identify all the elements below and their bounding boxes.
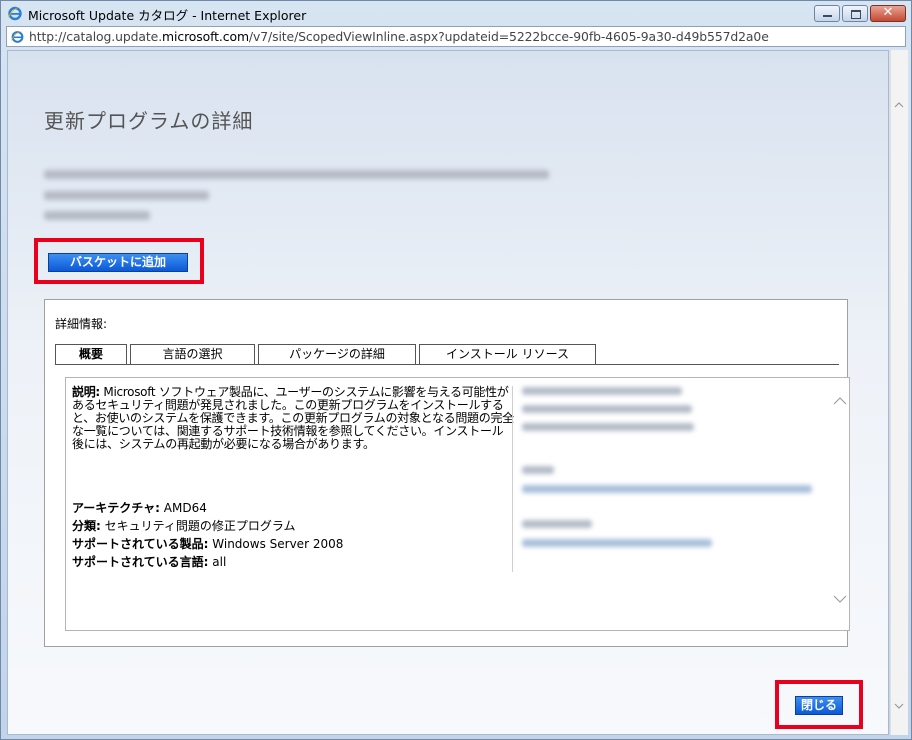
details-label: 詳細情報: bbox=[55, 317, 108, 331]
chevron-up-icon[interactable] bbox=[833, 396, 847, 406]
chevron-down-icon[interactable] bbox=[894, 701, 904, 711]
blurred-more-info-label bbox=[522, 466, 554, 474]
detail-tabs: 概要 言語の選択 パッケージの詳細 インストール リソース bbox=[55, 344, 596, 365]
address-bar[interactable]: http://catalog.update.microsoft.com/v7/s… bbox=[6, 26, 906, 47]
url-suffix: /v7/site/ScopedViewInline.aspx?updateid=… bbox=[248, 29, 769, 44]
supported-languages-row: サポートされている言語: all bbox=[72, 553, 226, 570]
page-scrollbar[interactable] bbox=[890, 50, 908, 735]
classification-row: 分類: セキュリティ問題の修正プログラム bbox=[72, 517, 296, 534]
chevron-up-icon[interactable] bbox=[894, 100, 904, 110]
details-box: 詳細情報: 概要 言語の選択 パッケージの詳細 インストール リソース 説明: … bbox=[44, 299, 850, 647]
architecture-value: AMD64 bbox=[159, 501, 207, 515]
blurred-kb-number bbox=[522, 423, 694, 431]
add-to-basket-button[interactable]: バスケットに追加 bbox=[48, 253, 188, 272]
description-value: Microsoft ソフトウェア製品に、ユーザーのシステムに影響を与える可能性が… bbox=[72, 385, 514, 451]
tab-install-resources[interactable]: インストール リソース bbox=[419, 344, 596, 365]
window-title: Microsoft Update カタログ - Internet Explore… bbox=[28, 8, 307, 23]
description-text: 説明: Microsoft ソフトウェア製品に、ユーザーのシステムに影響を与える… bbox=[72, 386, 514, 451]
page-title: 更新プログラムの詳細 bbox=[44, 109, 254, 133]
blurred-support-link[interactable] bbox=[522, 539, 712, 547]
close-highlight: 閉じる bbox=[775, 680, 863, 729]
url-prefix: http://catalog.update. bbox=[29, 29, 163, 44]
column-divider bbox=[512, 386, 513, 572]
chevron-down-icon[interactable] bbox=[833, 594, 847, 604]
blurred-severity bbox=[522, 387, 682, 395]
blurred-update-size bbox=[44, 211, 150, 220]
basket-highlight: バスケットに追加 bbox=[34, 238, 204, 284]
maximize-button[interactable] bbox=[842, 5, 868, 22]
minimize-button[interactable] bbox=[814, 5, 840, 22]
blurred-rating bbox=[522, 405, 692, 413]
supported-products-row: サポートされている製品: Windows Server 2008 bbox=[72, 535, 343, 552]
description-label: 説明: bbox=[72, 385, 100, 399]
close-window-button[interactable]: ✕ bbox=[870, 5, 906, 22]
supported-products-value: Windows Server 2008 bbox=[208, 537, 344, 551]
title-bar[interactable]: Microsoft Update カタログ - Internet Explore… bbox=[1, 1, 911, 25]
blurred-update-title bbox=[44, 170, 549, 179]
blurred-update-date bbox=[44, 191, 209, 200]
address-url: http://catalog.update.microsoft.com/v7/s… bbox=[29, 29, 769, 44]
architecture-label: アーキテクチャ: bbox=[72, 501, 160, 515]
internet-explorer-icon bbox=[8, 6, 22, 21]
caption-buttons: ✕ bbox=[814, 5, 906, 22]
internet-explorer-icon bbox=[10, 30, 25, 43]
browser-window: Microsoft Update カタログ - Internet Explore… bbox=[0, 0, 912, 740]
blurred-support-label bbox=[522, 520, 592, 528]
overview-panel[interactable]: 説明: Microsoft ソフトウェア製品に、ユーザーのシステムに影響を与える… bbox=[65, 377, 850, 631]
close-icon: ✕ bbox=[882, 5, 894, 20]
supported-products-label: サポートされている製品: bbox=[72, 537, 209, 551]
architecture-row: アーキテクチャ: AMD64 bbox=[72, 499, 207, 516]
close-button[interactable]: 閉じる bbox=[795, 696, 843, 715]
classification-label: 分類: bbox=[72, 519, 101, 533]
url-domain: microsoft.com bbox=[162, 29, 249, 44]
classification-value: セキュリティ問題の修正プログラム bbox=[100, 519, 296, 533]
supported-languages-value: all bbox=[208, 555, 227, 569]
supported-languages-label: サポートされている言語: bbox=[72, 555, 209, 569]
blurred-more-info-link[interactable] bbox=[522, 485, 812, 493]
tab-overview[interactable]: 概要 bbox=[55, 344, 127, 365]
tab-divider bbox=[55, 364, 839, 365]
tab-language-selection[interactable]: 言語の選択 bbox=[130, 344, 255, 365]
tab-package-details[interactable]: パッケージの詳細 bbox=[258, 344, 416, 365]
dialog-content: 更新プログラムの詳細 バスケットに追加 詳細情報: 概要 言語の選択 パッケージ… bbox=[7, 50, 889, 735]
